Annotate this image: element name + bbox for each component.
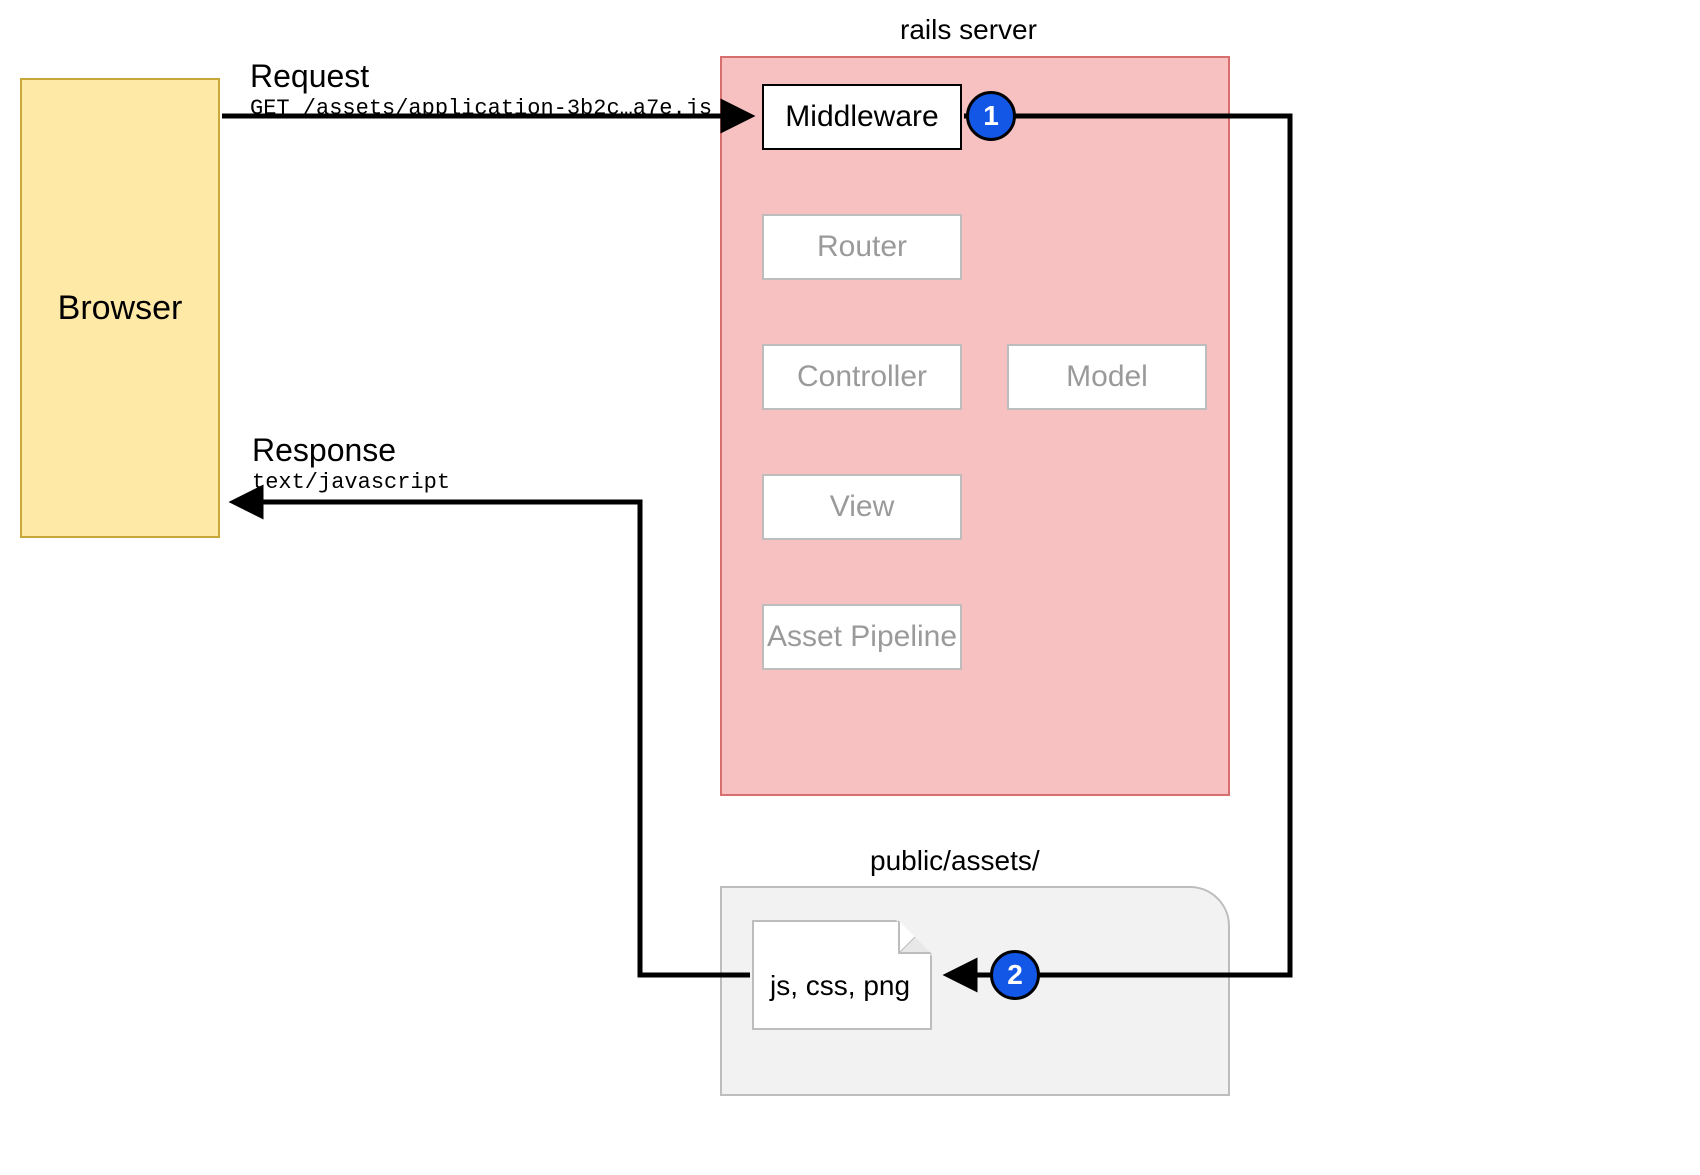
controller-node: Controller (762, 344, 962, 410)
rails-title: rails server (900, 14, 1037, 46)
assets-title: public/assets/ (870, 845, 1040, 877)
pipeline-node: Asset Pipeline (762, 604, 962, 670)
view-node: View (762, 474, 962, 540)
view-label: View (830, 490, 894, 524)
browser-box: Browser (20, 78, 220, 538)
rails-container (720, 56, 1230, 796)
request-title: Request (250, 58, 369, 95)
badge-1-label: 1 (983, 100, 999, 132)
badge-1: 1 (966, 91, 1016, 141)
response-detail: text/javascript (252, 470, 450, 495)
router-node: Router (762, 214, 962, 280)
model-label: Model (1066, 360, 1148, 394)
middleware-label: Middleware (785, 100, 938, 134)
file-label: js, css, png (770, 970, 910, 1002)
middleware-node: Middleware (762, 84, 962, 150)
badge-2-label: 2 (1007, 959, 1023, 991)
diagram-stage: Browser Request GET /assets/application-… (0, 0, 1700, 1175)
pipeline-label: Asset Pipeline (767, 620, 957, 654)
controller-label: Controller (797, 360, 927, 394)
model-node: Model (1007, 344, 1207, 410)
request-detail: GET /assets/application-3b2c…a7e.js (250, 96, 712, 121)
router-label: Router (817, 230, 907, 264)
response-title: Response (252, 432, 396, 469)
arrow-response (236, 502, 750, 975)
file-icon: js, css, png (752, 920, 932, 1030)
browser-label: Browser (58, 289, 183, 328)
badge-2: 2 (990, 950, 1040, 1000)
